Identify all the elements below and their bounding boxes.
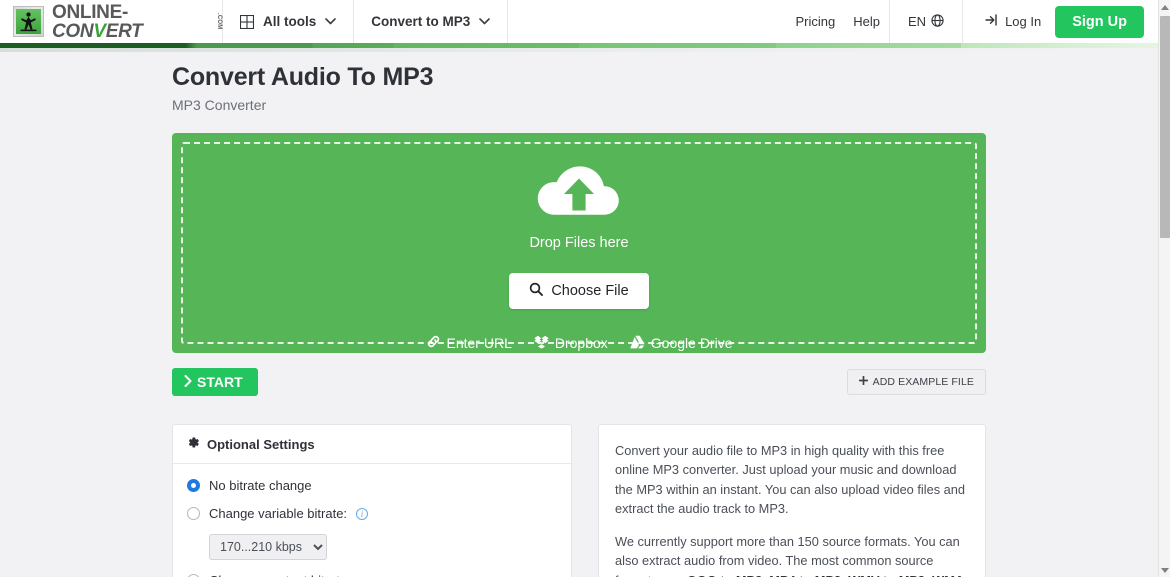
nav-convert-to-mp3[interactable]: Convert to MP3 bbox=[354, 0, 507, 43]
grid-icon bbox=[240, 14, 254, 29]
source-google-drive[interactable]: Google Drive bbox=[630, 335, 733, 352]
info-icon[interactable]: i bbox=[356, 507, 369, 520]
logo-mark-icon bbox=[13, 6, 44, 37]
optional-settings-body: No bitrate change Change variable bitrat… bbox=[173, 464, 571, 577]
description-paragraph-1: Convert your audio file to MP3 in high q… bbox=[615, 443, 966, 517]
login-label: Log In bbox=[1005, 14, 1042, 29]
chevron-down-icon bbox=[325, 16, 337, 28]
page-title: Convert Audio To MP3 bbox=[172, 63, 434, 91]
site-logo[interactable]: ONLINE-CONVERT .COM bbox=[0, 0, 222, 43]
brand-accent-shadow bbox=[0, 48, 1158, 52]
google-drive-icon bbox=[630, 335, 645, 352]
option-change-constant-bitrate-label: Change constant bitrate: bbox=[209, 573, 351, 577]
language-label: EN bbox=[908, 14, 927, 29]
login-button[interactable]: Log In bbox=[963, 0, 1055, 43]
page-scrollbar[interactable] bbox=[1158, 0, 1170, 577]
plus-icon bbox=[858, 375, 868, 388]
start-button[interactable]: START bbox=[172, 368, 258, 396]
option-change-variable-bitrate-label: Change variable bitrate: bbox=[209, 506, 348, 521]
login-arrow-icon bbox=[985, 14, 999, 29]
start-button-label: START bbox=[197, 374, 243, 390]
scrollbar-up-arrow-icon[interactable] bbox=[1159, 0, 1170, 14]
nav-help[interactable]: Help bbox=[844, 0, 889, 43]
choose-file-button[interactable]: Choose File bbox=[509, 273, 649, 309]
source-enter-url-label: Enter URL bbox=[446, 335, 512, 351]
radio-no-bitrate-change[interactable] bbox=[187, 479, 200, 492]
globe-icon bbox=[931, 13, 944, 30]
browser-page: ONLINE-CONVERT .COM All tools Convert to… bbox=[0, 0, 1170, 577]
language-selector[interactable]: EN bbox=[890, 0, 962, 43]
page-subtitle: MP3 Converter bbox=[172, 97, 267, 113]
optional-settings-title: Optional Settings bbox=[207, 436, 315, 452]
action-row: START ADD EXAMPLE FILE bbox=[172, 368, 986, 396]
nav-pricing[interactable]: Pricing bbox=[787, 0, 845, 43]
scrollbar-down-arrow-icon[interactable] bbox=[1159, 563, 1170, 577]
site-header: ONLINE-CONVERT .COM All tools Convert to… bbox=[0, 0, 1158, 43]
header-spacer bbox=[508, 0, 786, 43]
file-dropzone[interactable]: Drop Files here Choose File Enter URL Dr… bbox=[172, 133, 986, 353]
option-no-bitrate-change[interactable]: No bitrate change bbox=[187, 478, 557, 493]
logo-text-tld: .COM bbox=[216, 13, 222, 30]
logo-wordmark: ONLINE-CONVERT .COM bbox=[52, 3, 222, 41]
source-google-drive-label: Google Drive bbox=[650, 335, 733, 351]
logo-text-con: CON bbox=[52, 20, 94, 42]
radio-change-variable-bitrate[interactable] bbox=[187, 507, 200, 520]
dropbox-icon bbox=[534, 335, 549, 352]
nav-all-tools-label: All tools bbox=[263, 14, 317, 29]
lower-panels: Optional Settings No bitrate change Chan… bbox=[172, 424, 986, 577]
source-dropbox[interactable]: Dropbox bbox=[534, 335, 608, 352]
dropzone-label: Drop Files here bbox=[529, 235, 629, 251]
choose-file-label: Choose File bbox=[551, 283, 629, 299]
cloud-upload-icon bbox=[536, 161, 622, 228]
description-paragraph-2: We currently support more than 150 sourc… bbox=[615, 532, 967, 577]
dropzone-sources: Enter URL Dropbox Google Drive bbox=[426, 334, 733, 352]
add-example-file-button[interactable]: ADD EXAMPLE FILE bbox=[846, 369, 986, 395]
optional-settings-header: Optional Settings bbox=[173, 425, 571, 464]
source-dropbox-label: Dropbox bbox=[554, 335, 608, 351]
gear-icon bbox=[187, 436, 200, 452]
logo-text-ert: ERT bbox=[105, 20, 143, 42]
description-p2-pre: We currently support more than 150 sourc… bbox=[615, 533, 960, 577]
optional-settings-panel: Optional Settings No bitrate change Chan… bbox=[172, 424, 572, 577]
search-icon bbox=[529, 282, 544, 300]
description-panel: Convert your audio file to MP3 in high q… bbox=[598, 424, 986, 577]
main-content: Convert Audio To MP3 MP3 Converter Drop … bbox=[0, 52, 1158, 577]
logo-text-v: V bbox=[93, 20, 106, 42]
nav-all-tools[interactable]: All tools bbox=[223, 0, 353, 43]
variable-bitrate-select[interactable]: 170...210 kbps bbox=[209, 534, 327, 560]
signup-button[interactable]: Sign Up bbox=[1055, 5, 1144, 38]
logo-text-online: ONLINE- bbox=[52, 1, 129, 23]
chevron-down-icon bbox=[479, 16, 491, 28]
link-icon bbox=[426, 334, 441, 352]
scrollbar-thumb[interactable] bbox=[1160, 16, 1170, 238]
person-figure-icon bbox=[20, 12, 37, 32]
option-change-constant-bitrate[interactable]: Change constant bitrate: bbox=[187, 573, 557, 577]
nav-convert-to-mp3-label: Convert to MP3 bbox=[371, 14, 471, 29]
chevron-right-icon bbox=[184, 374, 192, 390]
brand-accent-bar bbox=[0, 43, 1158, 48]
source-enter-url[interactable]: Enter URL bbox=[426, 334, 512, 352]
option-no-bitrate-change-label: No bitrate change bbox=[209, 478, 312, 493]
add-example-file-label: ADD EXAMPLE FILE bbox=[872, 376, 974, 388]
option-change-variable-bitrate[interactable]: Change variable bitrate: i bbox=[187, 506, 557, 521]
